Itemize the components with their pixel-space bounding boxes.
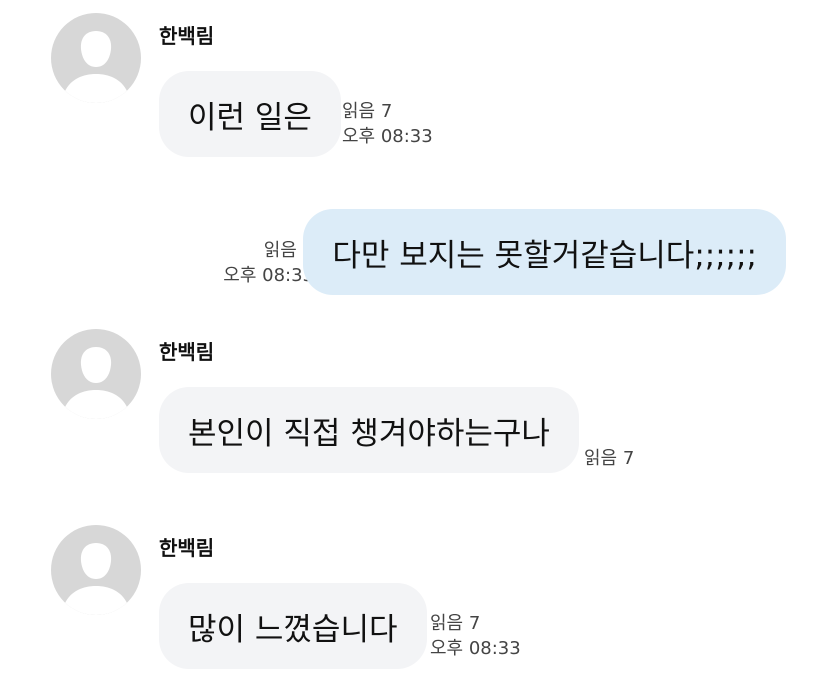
read-count: 읽음 7 xyxy=(430,613,481,634)
sender-name: 한백림 xyxy=(159,340,215,364)
message-time: 오후 08:33 xyxy=(223,265,314,286)
sender-name: 한백림 xyxy=(159,24,215,48)
message-meta: 읽음 7 오후 08:33 xyxy=(342,99,433,149)
message-meta: 읽음 7 xyxy=(584,446,634,471)
message-meta: 읽음 7 오후 08:33 xyxy=(223,238,314,288)
message-meta: 읽음 7 오후 08:33 xyxy=(430,611,521,661)
avatar[interactable] xyxy=(51,329,141,419)
read-count: 읽음 7 xyxy=(584,448,635,469)
message-text: 본인이 직접 챙겨야하는구나 xyxy=(188,415,550,452)
message-time: 오후 08:33 xyxy=(342,126,433,147)
message-text: 이런 일은 xyxy=(188,99,312,136)
sender-name: 한백림 xyxy=(159,536,215,560)
message-bubble[interactable]: 다만 보지는 못할거같습니다;;;;;; xyxy=(303,209,786,295)
avatar[interactable] xyxy=(51,13,141,103)
default-profile-icon xyxy=(65,31,127,103)
message-text: 많이 느꼈습니다 xyxy=(188,611,398,648)
default-profile-icon xyxy=(65,543,127,615)
read-count: 읽음 7 xyxy=(342,101,393,122)
message-text: 다만 보지는 못할거같습니다;;;;;; xyxy=(332,237,757,274)
message-bubble[interactable]: 본인이 직접 챙겨야하는구나 xyxy=(159,387,579,473)
message-time: 오후 08:33 xyxy=(430,638,521,659)
default-profile-icon xyxy=(65,347,127,419)
avatar[interactable] xyxy=(51,525,141,615)
message-bubble[interactable]: 많이 느꼈습니다 xyxy=(159,583,427,669)
message-bubble[interactable]: 이런 일은 xyxy=(159,71,341,157)
chat-message-list: 한백림 이런 일은 읽음 7 오후 08:33 읽음 7 오후 08:33 다만… xyxy=(0,0,838,699)
read-count: 읽음 7 xyxy=(263,240,314,261)
